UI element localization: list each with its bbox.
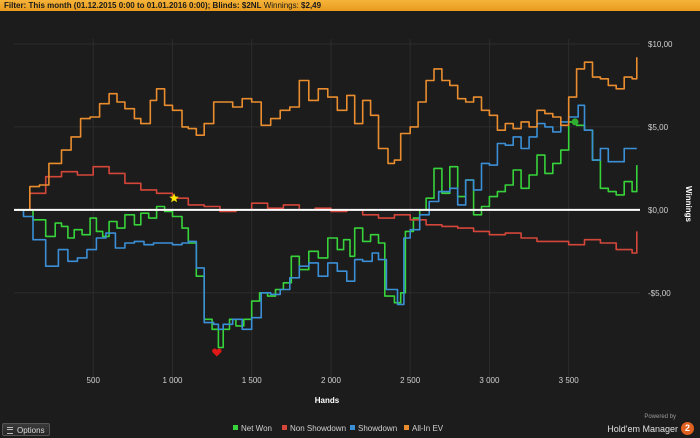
- y-tick-label: -$5,00: [648, 289, 671, 298]
- brand-block: Powered by Hold'em Manager 2: [607, 414, 694, 438]
- series-line-all-in-ev: [14, 57, 638, 211]
- y-tick-label: $5,00: [648, 123, 669, 132]
- legend-label: Net Won: [241, 424, 272, 433]
- legend-swatch: [404, 425, 409, 430]
- series-line-net-won: [14, 121, 638, 349]
- star-marker-icon: [169, 193, 179, 203]
- winnings-chart: $10,00 $5,00 $0,00 -$5,00 500 1 000 1 500 2 00…: [14, 39, 693, 433]
- x-tick-label: 500: [87, 376, 101, 385]
- legend-label: All-In EV: [412, 424, 444, 433]
- options-button[interactable]: Options: [2, 423, 50, 436]
- circle-marker-icon: [571, 118, 579, 126]
- filter-value: This month (01.12.2015 0:00 to 01.01.201…: [28, 1, 262, 10]
- chart-series: [14, 57, 638, 349]
- x-tick-label: 1 500: [242, 376, 263, 385]
- legend-swatch: [233, 425, 238, 430]
- legend-label: Showdown: [358, 424, 397, 433]
- filter-bar: Filter: This month (01.12.2015 0:00 to 0…: [0, 0, 700, 11]
- x-axis-title: Hands: [315, 396, 340, 405]
- series-line-showdown: [14, 104, 637, 331]
- x-axis-ticks: 500 1 000 1 500 2 000 2 500 3 000 3 500: [87, 376, 580, 385]
- options-label: Options: [17, 426, 45, 435]
- powered-by-text: Powered by: [644, 414, 676, 420]
- x-tick-label: 2 500: [400, 376, 421, 385]
- menu-icon: [7, 427, 13, 434]
- winnings-value: $2,49: [301, 1, 322, 10]
- x-tick-label: 3 500: [559, 376, 580, 385]
- y-tick-label: $10,00: [648, 40, 673, 49]
- y-axis-ticks: $10,00 $5,00 $0,00 -$5,00: [648, 40, 673, 298]
- filter-label: Filter:: [4, 1, 27, 10]
- brand-logo-icon: 2: [681, 422, 694, 436]
- x-tick-label: 1 000: [162, 376, 183, 385]
- legend-swatch: [350, 425, 355, 430]
- y-axis-title: Winnings: [684, 186, 693, 222]
- heart-marker-icon: [212, 348, 222, 357]
- winnings-label: Winnings:: [263, 1, 299, 10]
- brand-name: Hold'em Manager: [607, 423, 678, 434]
- legend-swatch: [282, 425, 287, 430]
- x-tick-label: 3 000: [479, 376, 500, 385]
- chart-legend: Net Won Non Showdown Showdown All-In EV: [233, 424, 444, 433]
- legend-label: Non Showdown: [290, 424, 346, 433]
- y-tick-label: $0,00: [648, 206, 669, 215]
- x-tick-label: 2 000: [321, 376, 342, 385]
- chart-markers: [169, 118, 579, 357]
